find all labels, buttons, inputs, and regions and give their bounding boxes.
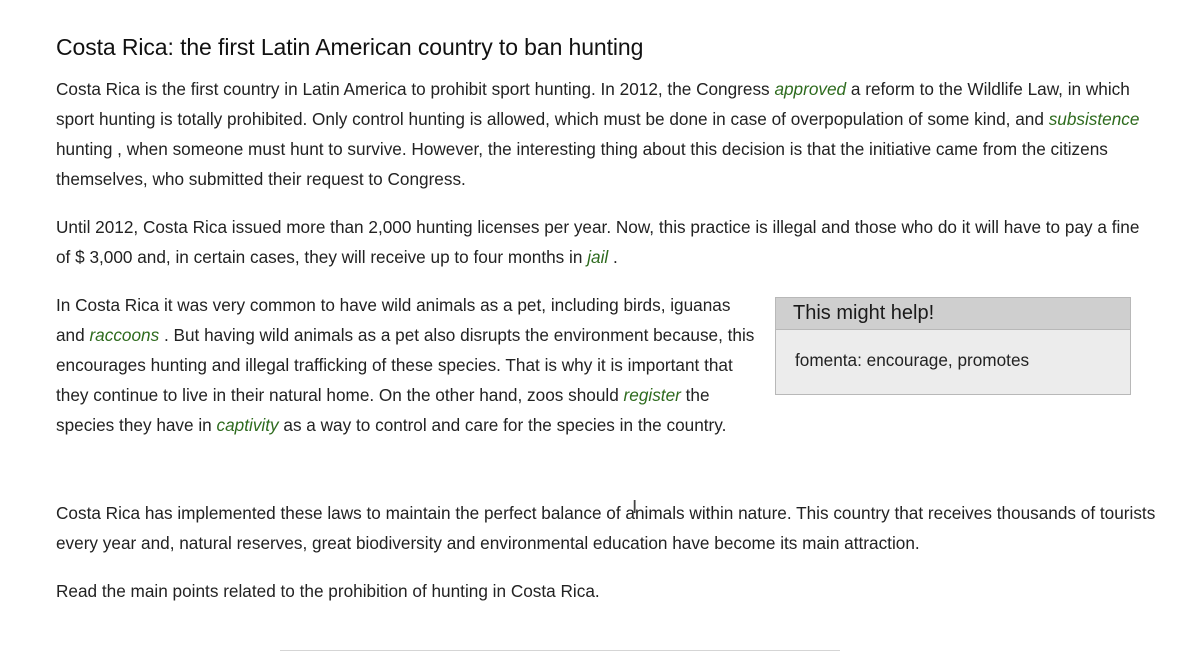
paragraph-2: Until 2012, Costa Rica issued more than …	[56, 212, 1156, 272]
vocab-word-raccoons[interactable]: raccoons	[89, 325, 159, 345]
help-box-definition: encourage, promotes	[861, 350, 1030, 370]
vocab-word-captivity[interactable]: captivity	[217, 415, 279, 435]
text-cursor-icon: I	[632, 497, 638, 518]
help-box-term: fomenta:	[795, 350, 862, 370]
paragraph-3-row: In Costa Rica it was very common to have…	[56, 290, 1156, 480]
paragraph-1-text-1: Costa Rica is the first country in Latin…	[56, 79, 775, 99]
paragraph-3: In Costa Rica it was very common to have…	[56, 290, 756, 440]
vocab-word-subsistence[interactable]: subsistence	[1049, 109, 1140, 129]
vocab-word-jail[interactable]: jail	[587, 247, 608, 267]
help-box-heading: This might help!	[776, 298, 1130, 330]
vocab-word-register[interactable]: register	[624, 385, 681, 405]
paragraph-5: Read the main points related to the proh…	[56, 581, 600, 601]
vocab-word-approved[interactable]: approved	[774, 79, 846, 99]
article: Costa Rica: the first Latin American cou…	[56, 30, 1156, 624]
bottom-divider	[280, 650, 840, 651]
paragraph-1: Costa Rica is the first country in Latin…	[56, 74, 1156, 194]
paragraph-2-text-2: .	[608, 247, 618, 267]
article-title: Costa Rica: the first Latin American cou…	[56, 34, 644, 60]
help-box: This might help! fomenta: encourage, pro…	[775, 297, 1131, 395]
paragraph-3-text-4: as a way to control and care for the spe…	[278, 415, 727, 435]
paragraph-1-text-3: hunting , when someone must hunt to surv…	[56, 139, 1108, 189]
help-box-body: fomenta: encourage, promotes	[776, 330, 1130, 371]
paragraph-4: Costa Rica has implemented these laws to…	[56, 503, 1156, 553]
